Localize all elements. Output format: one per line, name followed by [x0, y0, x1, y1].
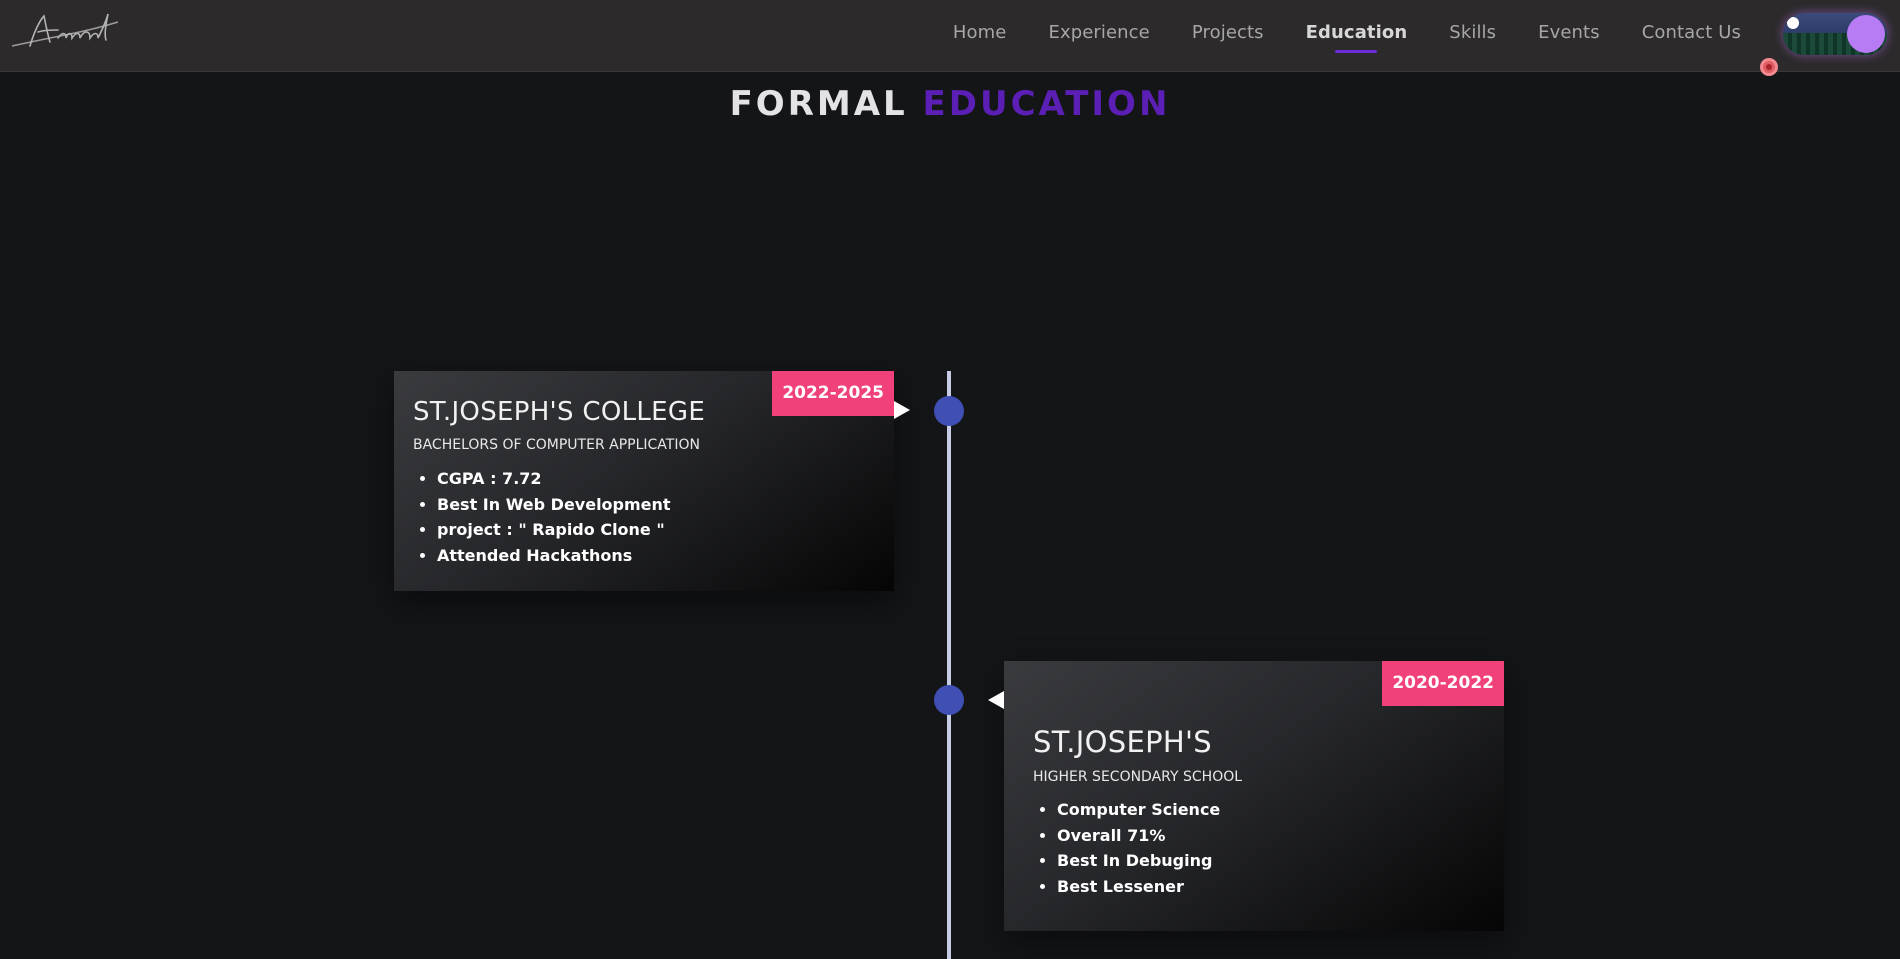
- list-item: project : " Rapido Clone ": [437, 517, 671, 543]
- list-item: CGPA : 7.72: [437, 466, 671, 492]
- nav-projects[interactable]: Projects: [1171, 22, 1285, 43]
- nav-links: Home Experience Projects Education Skill…: [932, 22, 1762, 43]
- timeline-line: [947, 371, 951, 959]
- timeline-dot: [934, 685, 964, 715]
- record-indicator-icon: [1760, 58, 1778, 76]
- logo-signature[interactable]: [10, 8, 120, 52]
- list-item: Best In Debuging: [1057, 848, 1220, 874]
- section-title-part2: EDUCATION: [922, 84, 1171, 124]
- education-card-school: 2020-2022 ST.JOSEPH'S HIGHER SECONDARY S…: [988, 661, 1504, 931]
- section-title: FORMAL EDUCATION: [0, 84, 1900, 124]
- institution-name: ST.JOSEPH'S COLLEGE: [413, 397, 706, 427]
- card-pointer-icon: [988, 691, 1004, 709]
- education-card-college: 2022-2025 ST.JOSEPH'S COLLEGE BACHELORS …: [394, 371, 910, 591]
- course-name: HIGHER SECONDARY SCHOOL: [1033, 769, 1243, 785]
- timeline-dot: [934, 396, 964, 426]
- moon-icon: [1787, 17, 1799, 29]
- highlights-list: CGPA : 7.72 Best In Web Development proj…: [437, 466, 671, 568]
- list-item: Overall 71%: [1057, 823, 1220, 849]
- theme-toggle[interactable]: [1783, 13, 1887, 55]
- navbar: Home Experience Projects Education Skill…: [0, 0, 1900, 72]
- list-item: Attended Hackathons: [437, 543, 671, 569]
- year-badge: 2022-2025: [772, 371, 894, 416]
- list-item: Best In Web Development: [437, 492, 671, 518]
- course-name: BACHELORS OF COMPUTER APPLICATION: [413, 437, 700, 453]
- nav-experience[interactable]: Experience: [1027, 22, 1170, 43]
- nav-events[interactable]: Events: [1517, 22, 1621, 43]
- list-item: Computer Science: [1057, 797, 1220, 823]
- card-pointer-icon: [894, 401, 910, 419]
- nav-contact-us[interactable]: Contact Us: [1621, 22, 1762, 43]
- highlights-list: Computer Science Overall 71% Best In Deb…: [1057, 797, 1220, 899]
- list-item: Best Lessener: [1057, 874, 1220, 900]
- nav-skills[interactable]: Skills: [1428, 22, 1517, 43]
- year-badge: 2020-2022: [1382, 661, 1504, 706]
- toggle-knob: [1847, 15, 1885, 53]
- section-title-part1: FORMAL: [729, 84, 908, 124]
- nav-education[interactable]: Education: [1285, 22, 1429, 43]
- nav-home[interactable]: Home: [932, 22, 1028, 43]
- institution-name: ST.JOSEPH'S: [1033, 725, 1212, 759]
